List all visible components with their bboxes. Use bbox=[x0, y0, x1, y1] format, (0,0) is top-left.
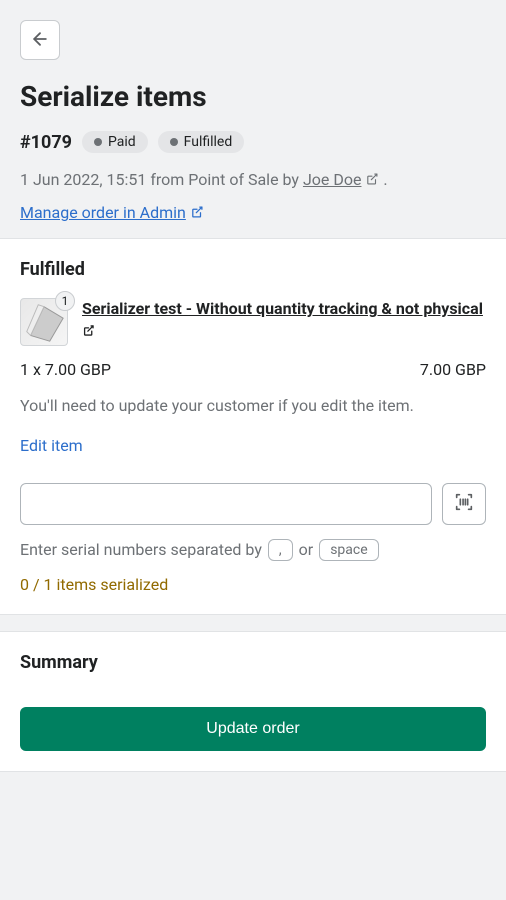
summary-title: Summary bbox=[20, 652, 486, 673]
qty-price: 1 x 7.00 GBP bbox=[20, 360, 111, 379]
update-order-button[interactable]: Update order bbox=[20, 707, 486, 751]
order-id: #1079 bbox=[20, 132, 72, 153]
key-space: space bbox=[319, 539, 378, 561]
page-title: Serialize items bbox=[20, 80, 486, 113]
status-badge-fulfilled: Fulfilled bbox=[158, 131, 245, 153]
serial-input[interactable] bbox=[20, 483, 432, 525]
order-meta: 1 Jun 2022, 15:51 from Point of Sale by … bbox=[20, 169, 486, 191]
item-row: 1 Serializer test - Without quantity tra… bbox=[20, 298, 486, 346]
serial-helper: Enter serial numbers separated by , or s… bbox=[20, 539, 486, 561]
key-comma: , bbox=[268, 539, 293, 561]
fulfilled-title: Fulfilled bbox=[20, 259, 486, 280]
dot-icon bbox=[94, 138, 102, 146]
external-link-icon bbox=[365, 170, 379, 192]
external-link-icon bbox=[82, 321, 95, 343]
price-row: 1 x 7.00 GBP 7.00 GBP bbox=[20, 360, 486, 379]
fulfilled-card: Fulfilled 1 Serializer test - Without qu… bbox=[0, 238, 506, 614]
line-total: 7.00 GBP bbox=[420, 360, 486, 379]
order-row: #1079 Paid Fulfilled bbox=[20, 131, 486, 153]
dot-icon bbox=[170, 138, 178, 146]
manage-order-link[interactable]: Manage order in Admin bbox=[20, 203, 204, 222]
summary-card: Summary Update order bbox=[0, 631, 506, 772]
back-button[interactable] bbox=[20, 20, 60, 60]
edit-item-link[interactable]: Edit item bbox=[20, 436, 83, 455]
back-icon bbox=[30, 29, 50, 52]
barcode-icon bbox=[453, 491, 475, 516]
external-link-icon bbox=[190, 204, 204, 223]
scan-button[interactable] bbox=[442, 483, 486, 525]
quantity-badge: 1 bbox=[55, 291, 75, 311]
serialize-progress: 0 / 1 items serialized bbox=[20, 575, 486, 594]
item-thumbnail: 1 bbox=[20, 298, 68, 346]
author-link[interactable]: Joe Doe bbox=[303, 170, 362, 189]
header: Serialize items #1079 Paid Fulfilled 1 J… bbox=[0, 0, 506, 238]
item-title-link[interactable]: Serializer test - Without quantity track… bbox=[82, 298, 486, 341]
status-badge-paid: Paid bbox=[82, 131, 148, 153]
serial-input-row bbox=[20, 483, 486, 525]
edit-notice: You'll need to update your customer if y… bbox=[20, 395, 486, 417]
